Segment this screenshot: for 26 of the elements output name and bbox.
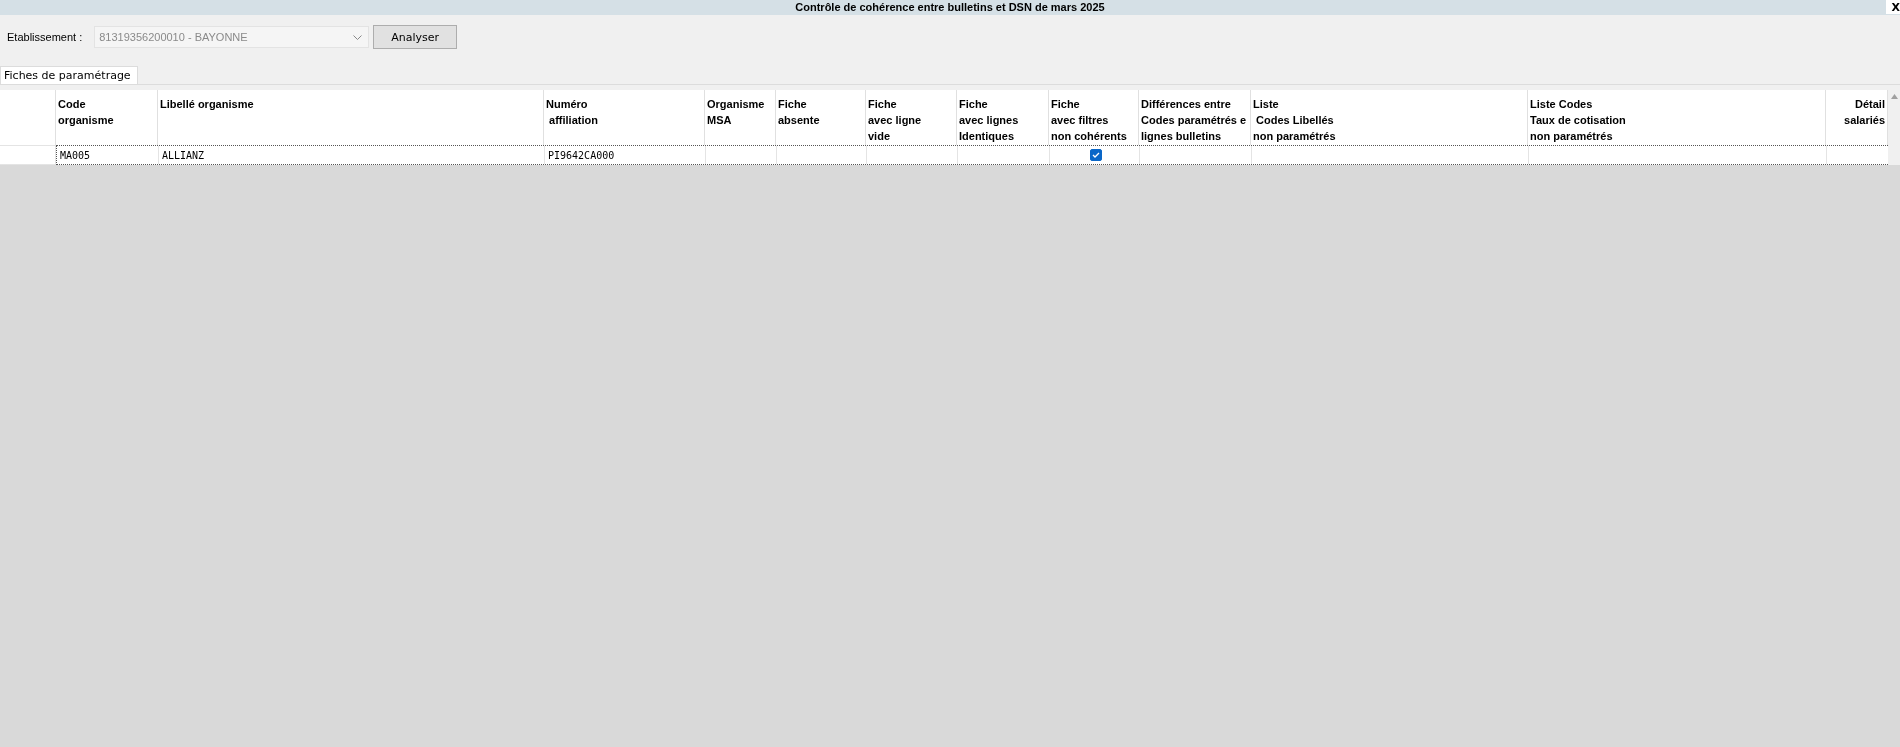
- analyze-button[interactable]: Analyser: [373, 25, 458, 49]
- corner-cell: [0, 90, 56, 145]
- window-title: Contrôle de cohérence entre bulletins et DSN de mars 2025: [795, 1, 1105, 14]
- column-header[interactable]: Numéro affiliation: [544, 90, 705, 145]
- table-cell: MA005: [57, 146, 159, 164]
- column-header[interactable]: Fiche avec lignes Identiques: [957, 90, 1049, 145]
- column-header[interactable]: Détail salariés: [1826, 90, 1888, 145]
- row-header[interactable]: [0, 145, 56, 165]
- column-header[interactable]: Différences entre Codes paramétrés e lignes bulletins: [1139, 90, 1251, 145]
- column-header[interactable]: Fiche avec filtres non cohérents: [1049, 90, 1139, 145]
- column-header[interactable]: Code organisme: [56, 90, 158, 145]
- table-cell: ALLIANZ: [159, 146, 545, 164]
- column-header[interactable]: Liste Codes Libellés non paramétrés: [1251, 90, 1528, 145]
- chevron-down-icon: [353, 34, 363, 40]
- table-cell: PI9642CA000: [545, 146, 706, 164]
- close-button[interactable]: X: [1886, 0, 1900, 14]
- checkbox[interactable]: [1090, 149, 1102, 161]
- column-header[interactable]: Fiche absente: [776, 90, 866, 145]
- scroll-up-icon[interactable]: [1890, 94, 1898, 99]
- column-header[interactable]: Libellé organisme: [158, 90, 544, 145]
- column-header[interactable]: Organisme MSA: [705, 90, 776, 145]
- column-header[interactable]: Fiche avec ligne vide: [866, 90, 957, 145]
- field-label: Etablissement :: [7, 31, 83, 43]
- tab[interactable]: Fiches de paramétrage: [0, 66, 138, 84]
- table-row[interactable]: MA005 ALLIANZ PI9642CA000: [56, 145, 1888, 165]
- column-header[interactable]: Liste Codes Taux de cotisation non paramétrés: [1528, 90, 1826, 145]
